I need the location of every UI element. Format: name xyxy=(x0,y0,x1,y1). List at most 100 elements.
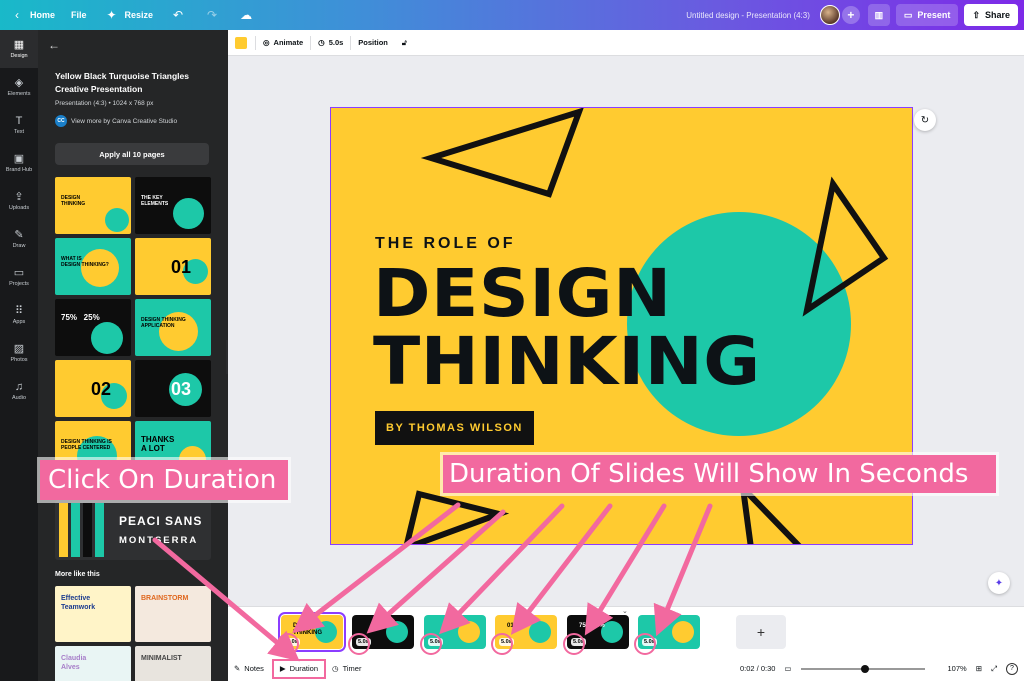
template-page-thumb[interactable]: THE KEY ELEMENTS xyxy=(135,177,211,234)
author-link[interactable]: CC View more by Canva Creative Studio xyxy=(55,115,177,127)
insights-button[interactable]: ▥ xyxy=(867,4,890,26)
font-combo-preview[interactable]: PEACI SANS MONTSERRA xyxy=(55,500,211,560)
share-button[interactable]: ⇧ Share xyxy=(964,4,1018,26)
add-collaborator-button[interactable]: + xyxy=(841,6,860,24)
rail-item-projects[interactable]: ▭ Projects xyxy=(0,258,38,296)
rail-item-label: Design xyxy=(10,52,28,59)
rail-item-brand-hub[interactable]: ▣ Brand Hub xyxy=(0,144,38,182)
similar-template-thumb[interactable]: BRAINSTORM xyxy=(135,586,211,642)
share-icon: ⇧ xyxy=(972,9,980,20)
avatar[interactable] xyxy=(819,5,840,25)
lock-button[interactable]: 🔓︎ xyxy=(395,38,414,48)
thumb-circle xyxy=(386,621,408,643)
rail-item-uploads[interactable]: ⇪ Uploads xyxy=(0,182,38,220)
triangle-top xyxy=(420,108,584,198)
timer-button[interactable]: ◷ Timer xyxy=(326,664,367,673)
thumb-circle xyxy=(91,322,123,354)
background-color-swatch[interactable] xyxy=(235,36,247,49)
sparkle-icon: ✦ xyxy=(994,577,1004,589)
rail-item-label: Uploads xyxy=(8,204,30,211)
slide-title[interactable]: DESIGN THINKING xyxy=(373,260,761,396)
duration-button[interactable]: ▶︎ Duration xyxy=(271,658,327,679)
pen-icon: ✎ xyxy=(14,228,24,241)
rail-item-photos[interactable]: ▨ Photos xyxy=(0,334,38,372)
file-menu[interactable]: File xyxy=(63,0,95,30)
animate-button[interactable]: ◎ Animate xyxy=(256,38,310,47)
triangle-bottom-left xyxy=(403,490,510,544)
grid-view-icon[interactable]: ⊞ xyxy=(976,664,982,673)
thumb-circle xyxy=(458,621,480,643)
apply-all-pages-button[interactable]: Apply all 10 pages xyxy=(55,143,209,165)
document-title[interactable]: Untitled design - Presentation (4:3) xyxy=(686,11,810,20)
zoom-level[interactable]: 107% xyxy=(948,664,967,673)
magic-assistant-button[interactable]: ✦ xyxy=(988,572,1010,594)
position-button[interactable]: Position xyxy=(351,38,395,47)
template-page-thumb[interactable]: WHAT IS DESIGN THINKING? xyxy=(55,238,131,295)
notes-label: Notes xyxy=(244,664,264,673)
resize-label: Resize xyxy=(124,10,154,20)
similar-template-title: Effective Teamwork xyxy=(61,595,96,611)
similar-template-thumb[interactable]: Effective Teamwork xyxy=(55,586,131,642)
similar-template-thumb[interactable]: Claudia Alves xyxy=(55,646,131,681)
present-button[interactable]: ▭ Present xyxy=(895,4,959,26)
author-label: View more by Canva Creative Studio xyxy=(71,117,178,125)
thumb-title: THANKS A LOT xyxy=(141,435,175,453)
regenerate-button[interactable]: ↻ xyxy=(914,109,936,131)
rail-item-text[interactable]: T Text xyxy=(0,106,38,144)
thumb-title: 01 xyxy=(171,257,192,277)
undo-button[interactable]: ↶ xyxy=(161,0,195,30)
help-button[interactable]: ? xyxy=(1006,662,1018,675)
resize-button[interactable]: ✦ Resize xyxy=(95,0,162,30)
author-badge: CC xyxy=(55,115,67,127)
present-icon: ▭ xyxy=(903,9,913,20)
cloud-save-button[interactable]: ☁ xyxy=(229,0,263,30)
timing-button[interactable]: ◷ 5.0s xyxy=(311,38,350,47)
template-page-thumb[interactable]: DESIGN THINKING xyxy=(55,177,131,234)
brand-icon: ▣ xyxy=(13,152,25,165)
zoom-slider[interactable] xyxy=(800,664,925,673)
duration-highlight-ring xyxy=(277,633,299,655)
thumb-title: DESIGN THINKING IS PEOPLE CENTERED xyxy=(61,439,112,451)
canvas-toolbar: ◎ Animate ◷ 5.0s Position 🔓︎ xyxy=(228,30,1024,56)
template-page-thumb[interactable]: 01 xyxy=(135,238,211,295)
rail-item-apps[interactable]: ⠿ Apps xyxy=(0,296,38,334)
rail-item-audio[interactable]: ♫ Audio xyxy=(0,372,38,410)
duration-highlight-ring xyxy=(491,633,513,655)
zoom-slider-knob[interactable] xyxy=(860,664,869,673)
home-button[interactable]: ‹ Home xyxy=(0,0,63,30)
add-page-button[interactable]: + xyxy=(736,615,786,649)
page-view-icon[interactable]: ▭ xyxy=(784,664,791,673)
rail-item-design[interactable]: ▦ Design xyxy=(0,30,38,68)
chevron-down-icon[interactable]: ⌄ xyxy=(622,607,628,615)
thumb-title: 03 xyxy=(171,379,192,399)
template-page-thumb[interactable]: 75% 25% xyxy=(55,299,131,356)
sparkle-icon: ✦ xyxy=(106,8,117,22)
rail-item-draw[interactable]: ✎ Draw xyxy=(0,220,38,258)
redo-button[interactable]: ↷ xyxy=(195,0,229,30)
file-label: File xyxy=(71,10,87,20)
thumb-title: DESIGN THINKING xyxy=(61,195,86,207)
template-size: Presentation (4:3) • 1024 x 768 px xyxy=(55,100,154,107)
play-box-icon: ▶︎ xyxy=(279,664,286,673)
slide-byline[interactable]: BY THOMAS WILSON xyxy=(375,411,534,445)
clock-icon: ◷ xyxy=(318,38,325,47)
rail-item-label: Draw xyxy=(12,242,26,249)
plus-icon: + xyxy=(847,8,855,22)
template-page-thumb[interactable]: 02 xyxy=(55,360,131,417)
page-thumbnail-label: DESIGN THINKING xyxy=(293,623,322,636)
template-page-thumb[interactable]: DESIGN THINKING APPLICATION xyxy=(135,299,211,356)
back-arrow-icon[interactable]: ← xyxy=(48,38,60,52)
duration-highlight-ring xyxy=(348,633,370,655)
slide-subtitle[interactable]: THE ROLE OF xyxy=(375,235,516,253)
notes-button[interactable]: ✎ Notes xyxy=(228,664,270,673)
shapes-icon: ◈ xyxy=(14,76,24,89)
thumb-title: THE KEY ELEMENTS xyxy=(141,195,169,207)
similar-template-thumb[interactable]: MINIMALIST xyxy=(135,646,211,681)
fullscreen-icon[interactable]: ⤢ xyxy=(991,664,997,674)
page-filmstrip: ⌄ + DESIGN THINKING 5.0s 5.0s 5.0s 01 5.0s 75%… xyxy=(228,606,1024,656)
template-page-thumb[interactable]: 03 xyxy=(135,360,211,417)
home-label: Home xyxy=(30,10,56,20)
apps-icon: ⠿ xyxy=(14,304,24,317)
rail-item-elements[interactable]: ◈ Elements xyxy=(0,68,38,106)
bar-chart-icon: ▥ xyxy=(874,9,884,20)
